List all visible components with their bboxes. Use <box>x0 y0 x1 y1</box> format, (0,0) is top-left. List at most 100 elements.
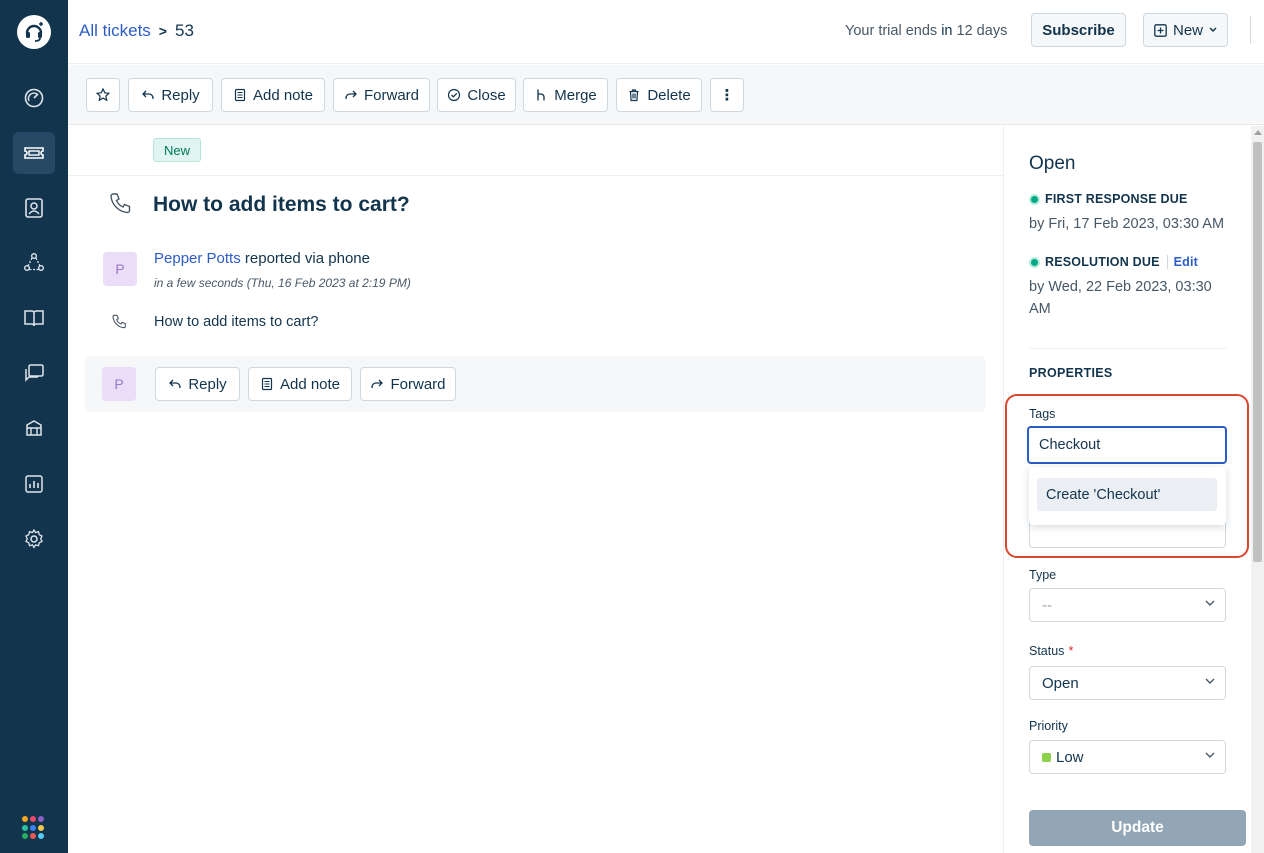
check-circle-icon <box>448 88 461 102</box>
priority-label: Priority <box>1029 719 1068 733</box>
forward-icon <box>371 379 384 388</box>
close-button[interactable]: Close <box>437 78 516 112</box>
requester-name[interactable]: Pepper Potts <box>154 250 241 267</box>
trial-prefix: Your trial ends <box>845 23 942 39</box>
status-value: Open <box>1042 674 1079 692</box>
scroll-up-arrow-icon[interactable] <box>1254 130 1262 135</box>
app-logo[interactable] <box>0 0 68 64</box>
resolution-value: by Wed, 22 Feb 2023, 03:30 AM <box>1029 279 1212 317</box>
priority-select[interactable]: Low <box>1029 740 1226 774</box>
type-value: -- <box>1042 596 1052 614</box>
more-icon: ⋮ <box>719 87 735 104</box>
more-actions-button[interactable]: ⋮ <box>710 78 744 112</box>
panel-scrollbar[interactable] <box>1251 126 1264 853</box>
contacts-icon[interactable] <box>13 187 55 229</box>
highlight-annotation <box>1005 394 1249 558</box>
reply-bar: P Reply Add note Forward <box>85 356 986 412</box>
properties-header: PROPERTIES <box>1029 366 1113 380</box>
settings-icon[interactable] <box>13 518 55 560</box>
breadcrumb-separator: > <box>158 23 167 39</box>
ticket-main: New How to add items to cart? P Pepper P… <box>68 126 1003 853</box>
delete-label: Delete <box>647 86 691 104</box>
breadcrumb: All tickets > 53 <box>79 21 194 41</box>
reply-icon <box>169 379 181 388</box>
merge-label: Merge <box>554 86 597 104</box>
solutions-icon[interactable] <box>13 297 55 339</box>
type-select[interactable]: -- <box>1029 588 1226 622</box>
subscribe-button[interactable]: Subscribe <box>1031 13 1126 47</box>
all-tickets-link[interactable]: All tickets <box>79 21 151 41</box>
forward-icon <box>345 90 357 99</box>
first-response-label: FIRST RESPONSE DUE <box>1045 192 1188 206</box>
trial-notice: Your trial ends in 12 days <box>845 23 1007 39</box>
reply-icon <box>142 90 154 99</box>
reply-label: Reply <box>188 375 227 393</box>
merge-button[interactable]: Merge <box>523 78 608 112</box>
star-icon <box>96 88 110 102</box>
main-divider <box>68 175 1003 176</box>
note-icon <box>261 377 273 391</box>
reports-icon[interactable] <box>13 463 55 505</box>
plus-square-icon <box>1154 23 1167 37</box>
reporter-line: Pepper Potts reported via phone <box>154 250 370 267</box>
reply-bar-add-note-button[interactable]: Add note <box>248 367 352 401</box>
status-label: Status * <box>1029 644 1073 658</box>
scrollbar-thumb[interactable] <box>1253 142 1262 562</box>
trash-icon <box>629 89 639 102</box>
add-note-label: Add note <box>252 86 314 104</box>
add-note-button[interactable]: Add note <box>221 78 325 112</box>
status-badge: New <box>153 138 202 162</box>
reply-bar-forward-button[interactable]: Forward <box>360 367 456 401</box>
first-response-due: FIRST RESPONSE DUE <box>1029 192 1188 206</box>
priority-value: Low <box>1056 748 1084 766</box>
ticket-number: 53 <box>174 21 194 40</box>
sla-status-dot-icon <box>1029 256 1040 268</box>
new-label: New <box>1172 21 1203 39</box>
forward-label: Forward <box>390 375 446 393</box>
star-button[interactable] <box>86 78 120 112</box>
chevron-down-icon <box>1209 27 1217 33</box>
panel-divider <box>1029 348 1226 349</box>
trial-in: in <box>941 23 953 39</box>
ticket-description: How to add items to cart? <box>154 314 319 330</box>
chevron-down-icon <box>1205 600 1215 606</box>
ticket-timestamp: in a few seconds (Thu, 16 Feb 2023 at 2:… <box>154 276 411 290</box>
apps-icon[interactable] <box>22 816 46 840</box>
dashboard-icon[interactable] <box>13 77 55 119</box>
headset-logo-icon <box>17 15 51 49</box>
first-response-value: by Fri, 17 Feb 2023, 03:30 AM <box>1029 216 1225 232</box>
forward-label: Forward <box>363 86 419 104</box>
trial-suffix: 12 days <box>952 23 1008 39</box>
forums-icon[interactable] <box>13 352 55 394</box>
resolution-edit-link[interactable]: Edit <box>1166 255 1198 269</box>
admin-icon[interactable] <box>13 408 55 450</box>
new-button[interactable]: New <box>1143 13 1228 47</box>
sla-status-dot-icon <box>1029 193 1040 205</box>
resolution-due: RESOLUTION DUE Edit <box>1029 255 1198 269</box>
required-marker: * <box>1068 644 1074 658</box>
ticket-toolbar: Reply Add note Forward Close Merge Delet… <box>68 65 1264 125</box>
update-button[interactable]: Update <box>1029 810 1246 846</box>
chevron-down-icon <box>1205 752 1215 758</box>
agent-avatar: P <box>102 367 136 401</box>
reply-button[interactable]: Reply <box>128 78 213 112</box>
close-label: Close <box>467 86 506 104</box>
requester-avatar: P <box>103 252 137 286</box>
resolution-label: RESOLUTION DUE <box>1045 255 1160 269</box>
tickets-icon[interactable] <box>13 132 55 174</box>
reply-label: Reply <box>161 86 200 104</box>
groups-icon[interactable] <box>13 242 55 284</box>
merge-icon <box>537 89 545 101</box>
reply-bar-reply-button[interactable]: Reply <box>155 367 240 401</box>
ticket-status-heading: Open <box>1029 153 1076 174</box>
ticket-title: How to add items to cart? <box>153 193 410 216</box>
header-divider <box>1250 16 1251 44</box>
phone-icon <box>108 192 132 219</box>
delete-button[interactable]: Delete <box>616 78 702 112</box>
chevron-down-icon <box>1205 678 1215 684</box>
status-select[interactable]: Open <box>1029 666 1226 700</box>
reported-via: reported via phone <box>244 250 370 267</box>
phone-small-icon <box>111 314 127 333</box>
forward-button[interactable]: Forward <box>333 78 430 112</box>
top-header: All tickets > 53 Your trial ends in 12 d… <box>68 0 1264 64</box>
